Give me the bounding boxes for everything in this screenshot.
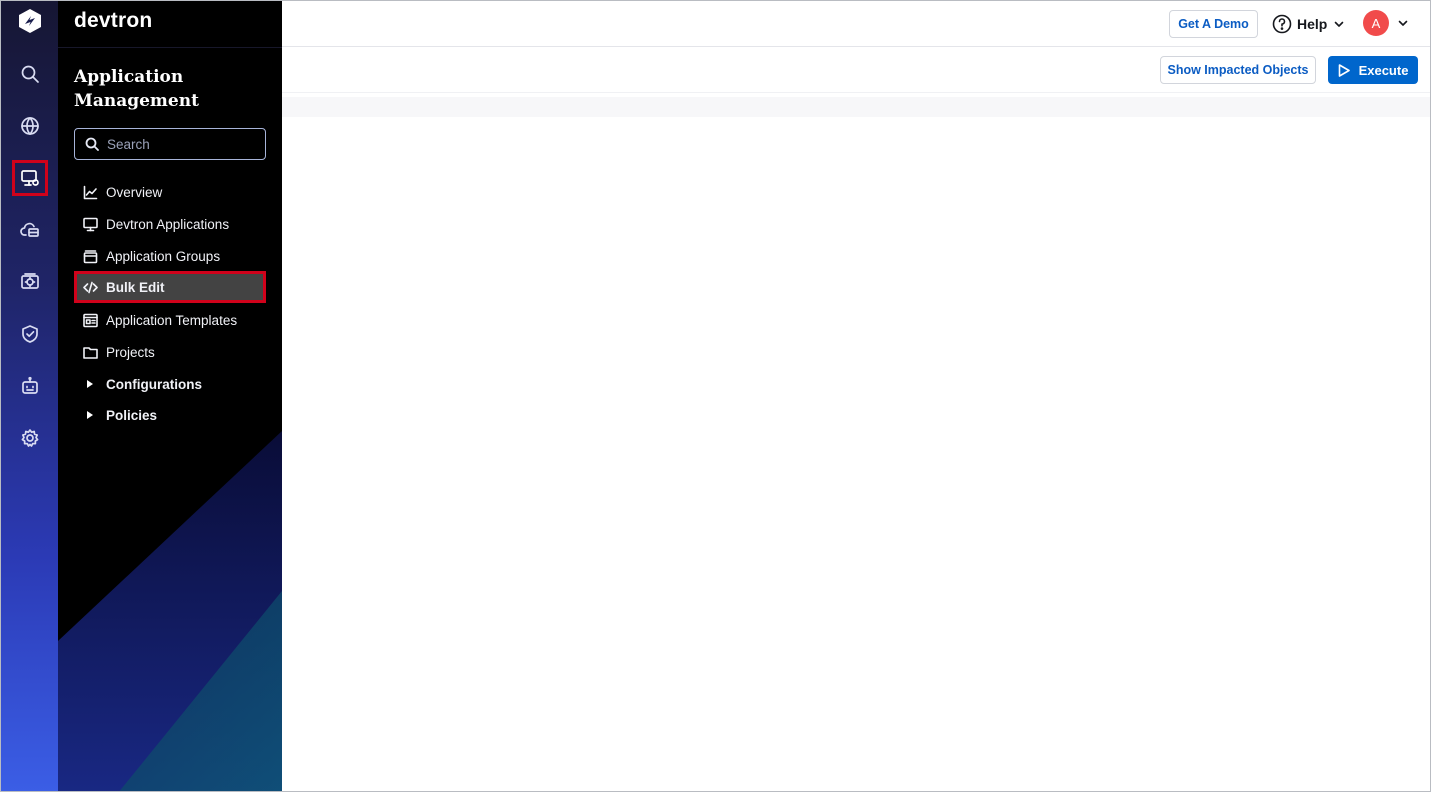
application-management-icon[interactable] [12,160,48,196]
monitor-icon [83,217,98,231]
nav-item-devtron-applications[interactable]: Devtron Applications [74,208,266,240]
cloud-cluster-icon[interactable] [12,212,48,248]
gear-icon[interactable] [12,420,48,456]
action-bar: Show Impacted Objects Execute [282,47,1430,93]
nav-item-overview[interactable]: Overview [74,176,266,208]
avatar: A [1363,10,1389,36]
code-icon [83,281,98,293]
get-a-demo-button[interactable]: Get A Demo [1169,10,1258,38]
icon-rail [1,1,58,791]
folder-icon [83,346,98,359]
nav-item-bulk-edit[interactable]: Bulk Edit [74,271,266,303]
content-strip [282,97,1430,117]
template-icon [83,313,98,327]
globe-icon[interactable] [12,108,48,144]
nav-item-label: Application Templates [106,312,238,328]
nav-group-configurations[interactable]: Configurations [74,368,266,400]
nav-panel: devtron Application Management Search Ov… [58,1,282,791]
security-scan-icon[interactable] [12,264,48,300]
nav-item-label: Devtron Applications [106,216,230,232]
nav-item-projects[interactable]: Projects [74,336,266,368]
robot-icon[interactable] [12,368,48,404]
stack-icon [83,249,98,263]
user-menu[interactable]: A [1363,10,1408,36]
caret-right-icon [87,380,93,388]
caret-right-icon [87,411,93,419]
nav-group-label: Configurations [106,376,202,392]
brand-name[interactable]: devtron [74,9,152,33]
execute-label: Execute [1358,62,1409,78]
nav-item-label: Projects [106,344,155,360]
search-input[interactable]: Search [74,128,266,160]
nav-item-label: Bulk Edit [106,279,165,295]
play-icon [1338,63,1350,77]
shield-check-icon[interactable] [12,316,48,352]
help-label: Help [1297,16,1328,32]
show-impacted-objects-button[interactable]: Show Impacted Objects [1160,56,1316,84]
app-window: devtron Application Management Search Ov… [0,0,1431,792]
help-circle-icon [1272,14,1292,34]
nav-item-application-templates[interactable]: Application Templates [74,304,266,336]
page-title: Application Management [74,67,199,111]
execute-button[interactable]: Execute [1328,56,1418,84]
nav-group-label: Policies [106,407,158,423]
nav-divider [58,47,282,48]
nav-item-application-groups[interactable]: Application Groups [74,240,266,272]
chevron-down-icon [1398,20,1408,26]
nav-item-label: Application Groups [106,248,221,264]
search-icon[interactable] [12,56,48,92]
nav-group-policies[interactable]: Policies [74,399,266,431]
search-icon [85,137,99,151]
help-menu[interactable]: Help [1272,12,1344,36]
nav-item-label: Overview [106,184,163,200]
top-bar: Get A Demo Help A [282,1,1430,47]
chevron-down-icon [1335,21,1344,27]
chart-line-icon [83,185,98,199]
search-placeholder: Search [107,136,150,152]
devtron-logo-icon[interactable] [17,8,43,34]
